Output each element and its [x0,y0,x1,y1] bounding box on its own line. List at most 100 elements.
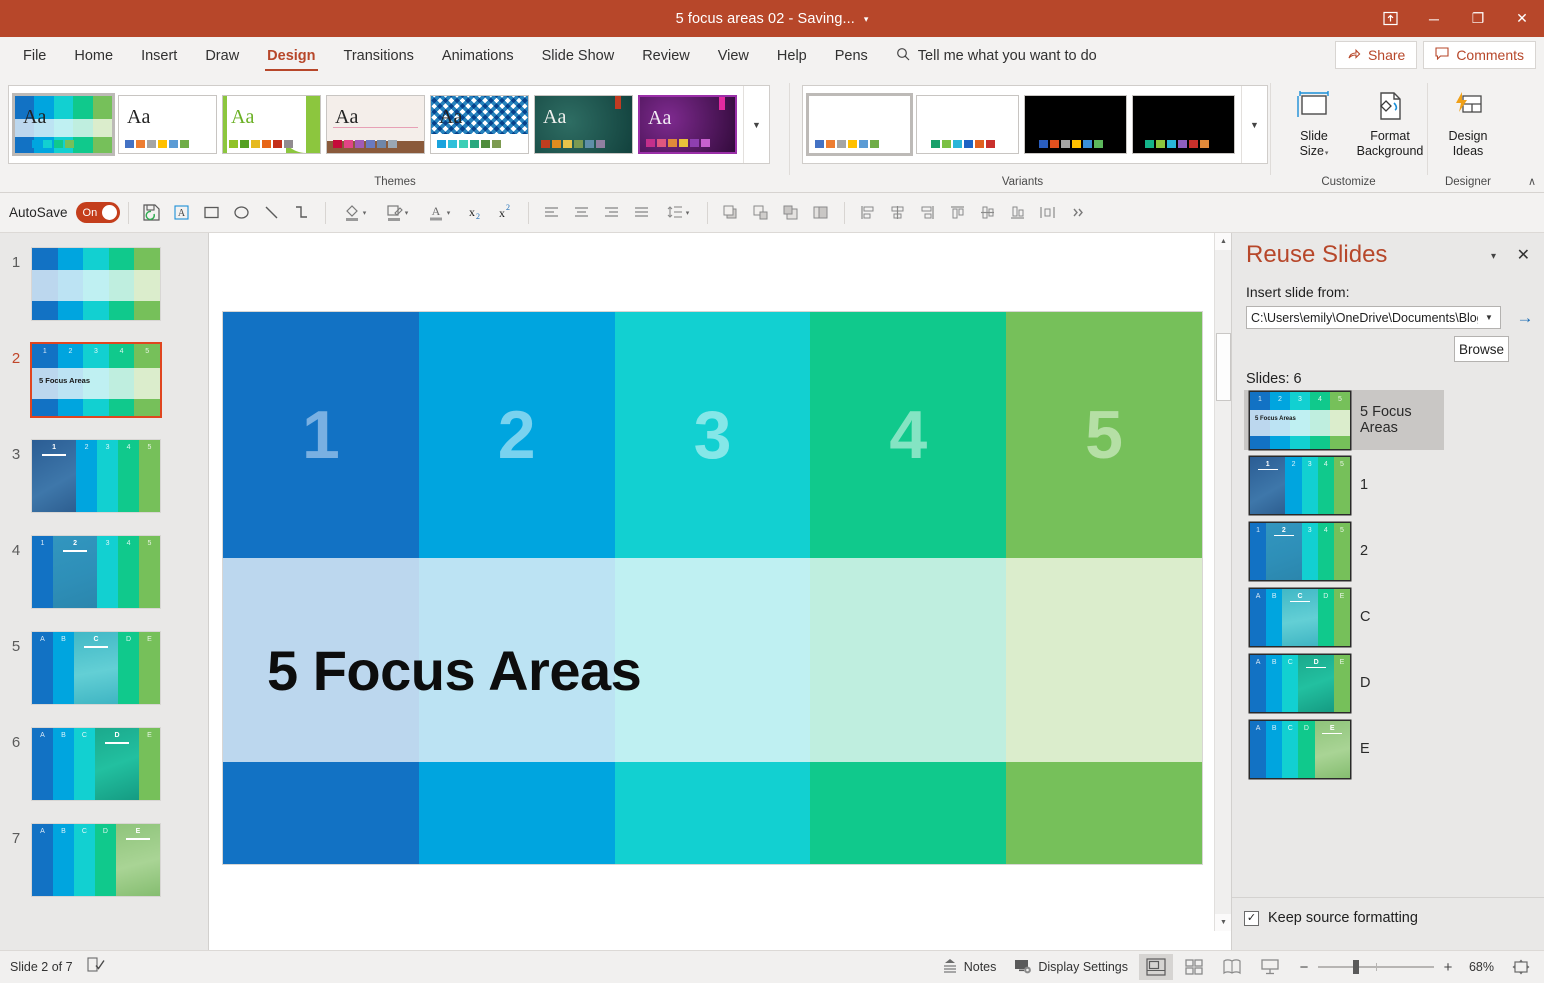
oval-shape-icon[interactable] [227,198,257,228]
reuse-thumb-5[interactable]: A B C D E [1250,721,1350,778]
keep-source-formatting-checkbox[interactable]: ✓ [1244,911,1259,926]
distribute-horizontally-icon[interactable] [1033,198,1063,228]
send-backward-icon[interactable] [746,198,776,228]
ribbon-display-options-icon[interactable] [1368,0,1412,37]
slide-thumbnail-pane[interactable]: 1 2 1 2 3 4 5 [0,233,209,950]
theme-thumb-2[interactable]: Aa [222,95,321,154]
zoom-slider-handle[interactable] [1353,960,1359,974]
shape-outline-icon[interactable]: ▾ [376,198,418,228]
overflow-more-icon[interactable] [1063,198,1093,228]
reuse-thumb-4[interactable]: A B C D E [1250,655,1350,712]
autosave-control[interactable]: AutoSave On [9,202,120,223]
subscript-icon[interactable]: x2 [460,198,490,228]
tab-design[interactable]: Design [253,37,329,75]
restore-button[interactable]: ❐ [1456,0,1500,37]
tab-home[interactable]: Home [60,37,127,75]
justify-icon[interactable] [627,198,657,228]
autosave-toggle[interactable]: On [76,202,120,223]
tell-me-search[interactable]: Tell me what you want to do [896,47,1097,65]
align-objects-middle-icon[interactable] [973,198,1003,228]
theme-thumb-5[interactable]: Aa [534,95,633,154]
view-reading-button[interactable] [1215,954,1249,980]
notes-button[interactable]: Notes [935,955,1004,979]
design-ideas-button[interactable]: Design Ideas [1430,83,1506,159]
slide-thumbnail-7[interactable]: A B C D E [32,824,160,896]
align-objects-right-icon[interactable] [913,198,943,228]
tab-review[interactable]: Review [628,37,704,75]
browse-button[interactable]: Browse [1454,336,1509,362]
bring-to-front-icon[interactable] [776,198,806,228]
display-settings-button[interactable]: Display Settings [1007,955,1135,980]
tab-animations[interactable]: Animations [428,37,528,75]
source-path-combobox[interactable]: C:\Users\emily\OneDrive\Documents\Blog\5… [1246,306,1501,329]
scroll-up-icon[interactable]: ▲ [1215,233,1232,250]
format-background-button[interactable]: Format Background [1349,83,1431,159]
slide-thumbnail-3[interactable]: 1 2 3 4 5 [32,440,160,512]
rectangle-shape-icon[interactable] [197,198,227,228]
minimize-button[interactable]: ─ [1412,0,1456,37]
variant-thumb-2[interactable] [1024,95,1127,154]
slide-indicator[interactable]: Slide 2 of 7 [10,960,73,974]
thumbnail-row-3[interactable]: 3 1 2 3 4 5 [0,440,209,512]
align-objects-left-icon[interactable] [853,198,883,228]
align-right-icon[interactable] [597,198,627,228]
tab-draw[interactable]: Draw [191,37,253,75]
reuse-item-1[interactable]: 1 2 3 4 5 1 [1244,455,1444,515]
reuse-thumb-1[interactable]: 1 2 3 4 5 [1250,457,1350,514]
slide-title-text[interactable]: 5 Focus Areas [267,638,641,703]
themes-more-button[interactable]: ▼ [743,86,769,163]
variant-thumb-0[interactable] [808,95,911,154]
current-slide[interactable]: 1 2 3 4 [223,312,1202,864]
tab-insert[interactable]: Insert [127,37,191,75]
accessibility-checker-icon[interactable] [87,957,105,978]
tab-view[interactable]: View [704,37,763,75]
slide-thumbnail-6[interactable]: A B C D E [32,728,160,800]
align-objects-bottom-icon[interactable] [1003,198,1033,228]
theme-thumb-0[interactable]: Aa [14,95,113,154]
theme-thumb-1[interactable]: Aa [118,95,217,154]
send-to-back-icon[interactable] [806,198,836,228]
scroll-down-icon[interactable]: ▼ [1215,914,1232,931]
view-normal-button[interactable] [1139,954,1173,980]
thumbnail-row-2[interactable]: 2 1 2 3 4 5 5 Focus Areas [0,344,209,416]
thumbnail-row-1[interactable]: 1 [0,248,209,320]
tab-pens[interactable]: Pens [821,37,882,75]
slide-column-1[interactable]: 1 [223,312,419,864]
zoom-in-button[interactable]: + [1441,959,1455,976]
theme-thumb-3[interactable]: Aa [326,95,425,154]
zoom-control[interactable]: − + 68% [1297,959,1494,976]
zoom-out-button[interactable]: − [1297,959,1311,976]
chevron-down-icon[interactable]: ▾ [1325,150,1329,157]
thumbnail-row-4[interactable]: 4 1 2 3 4 5 [0,536,209,608]
title-caret-icon[interactable]: ▾ [864,14,869,25]
align-center-icon[interactable] [567,198,597,228]
view-slide-show-button[interactable] [1253,954,1287,980]
reuse-item-5[interactable]: A B C D E E [1244,719,1444,779]
slide-thumbnail-4[interactable]: 1 2 3 4 5 [32,536,160,608]
align-objects-top-icon[interactable] [943,198,973,228]
reuse-thumb-3[interactable]: A B C D E [1250,589,1350,646]
close-button[interactable]: ✕ [1500,0,1544,37]
reuse-thumb-2[interactable]: 1 2 3 4 5 [1250,523,1350,580]
comments-button[interactable]: Comments [1423,41,1536,69]
thumbnail-row-6[interactable]: 6 A B C D E [0,728,209,800]
thumbnail-row-7[interactable]: 7 A B C D E [0,824,209,896]
elbow-connector-icon[interactable] [287,198,317,228]
tab-slide-show[interactable]: Slide Show [528,37,629,75]
text-box-icon[interactable]: A [167,198,197,228]
reuse-item-3[interactable]: A B C D E C [1244,587,1444,647]
reuse-item-0[interactable]: 1 2 3 4 5 5 Focus Areas 5 Focus Areas [1244,390,1444,450]
superscript-icon[interactable]: x2 [490,198,520,228]
bring-forward-icon[interactable] [716,198,746,228]
slide-column-5[interactable]: 5 [1006,312,1202,864]
scrollbar-thumb[interactable] [1216,333,1231,401]
go-arrow-button[interactable]: → [1513,306,1537,329]
theme-thumb-6[interactable]: Aa [638,95,737,154]
zoom-slider[interactable] [1318,960,1434,974]
chevron-down-icon[interactable]: ▼ [1478,313,1500,322]
theme-thumb-4[interactable]: Aa [430,95,529,154]
variants-more-button[interactable]: ▼ [1241,86,1267,163]
shape-fill-icon[interactable]: ▾ [334,198,376,228]
canvas-vertical-scrollbar[interactable]: ▲ ▼ [1214,233,1231,931]
line-shape-icon[interactable] [257,198,287,228]
